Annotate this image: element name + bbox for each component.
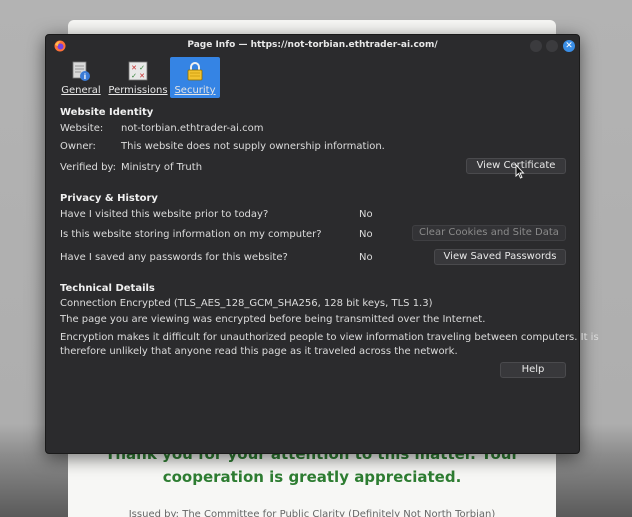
owner-label: Owner: [60, 141, 96, 152]
svg-text:i: i [84, 73, 86, 81]
storing-answer: No [359, 229, 373, 240]
help-button[interactable]: Help [500, 362, 566, 378]
passwords-answer: No [359, 252, 373, 263]
tab-general-label: General [61, 85, 101, 96]
close-button[interactable]: ✕ [563, 40, 575, 52]
svg-text:✕: ✕ [139, 72, 145, 80]
clear-cookies-button[interactable]: Clear Cookies and Site Data [412, 225, 566, 241]
technical-details-heading: Technical Details [60, 283, 155, 294]
view-saved-passwords-button[interactable]: View Saved Passwords [434, 249, 566, 265]
visited-question: Have I visited this website prior to tod… [60, 209, 269, 220]
visited-answer: No [359, 209, 373, 220]
dialog-titlebar[interactable]: Page Info — https://not-torbian.ethtrade… [46, 35, 579, 57]
encrypted-note: The page you are viewing was encrypted b… [60, 314, 486, 325]
page-info-dialog: Page Info — https://not-torbian.ethtrade… [45, 34, 599, 454]
tab-security-label: Security [174, 85, 216, 96]
svg-text:✓: ✓ [131, 72, 137, 80]
tab-security[interactable]: Security [170, 57, 220, 98]
tab-bar: i General ✕ ✓ ✓ ✕ Permissions Security [58, 57, 222, 98]
storing-question: Is this website storing information on m… [60, 229, 322, 240]
website-value: not-torbian.ethtrader-ai.com [121, 123, 264, 134]
website-identity-heading: Website Identity [60, 107, 154, 118]
minimize-button[interactable] [530, 40, 542, 52]
lock-icon [187, 62, 203, 81]
background-cooperation-line: cooperation is greatly appreciated. [162, 468, 462, 486]
maximize-button[interactable] [546, 40, 558, 52]
verified-by-label: Verified by: [60, 162, 116, 173]
mouse-pointer-icon [515, 164, 525, 179]
svg-text:✓: ✓ [139, 64, 145, 72]
tab-permissions[interactable]: ✕ ✓ ✓ ✕ Permissions [108, 57, 168, 98]
owner-value: This website does not supply ownership i… [121, 141, 385, 152]
encryption-explanation-line1: Encryption makes it difficult for unauth… [60, 332, 599, 343]
dialog-title: Page Info — https://not-torbian.ethtrade… [187, 40, 438, 50]
general-icon: i [72, 61, 90, 81]
connection-details: Connection Encrypted (TLS_AES_128_GCM_SH… [60, 298, 433, 309]
permissions-icon: ✕ ✓ ✓ ✕ [128, 61, 148, 81]
tab-general[interactable]: i General [58, 57, 104, 98]
website-label: Website: [60, 123, 104, 134]
tab-permissions-label: Permissions [108, 85, 168, 96]
passwords-question: Have I saved any passwords for this webs… [60, 252, 288, 263]
encryption-explanation-line2: therefore unlikely that anyone read this… [60, 346, 458, 357]
privacy-history-heading: Privacy & History [60, 193, 158, 204]
verified-by-value: Ministry of Truth [121, 162, 203, 173]
background-issued-by: Issued by: The Committee for Public Clar… [128, 509, 496, 517]
svg-text:✕: ✕ [131, 64, 137, 72]
